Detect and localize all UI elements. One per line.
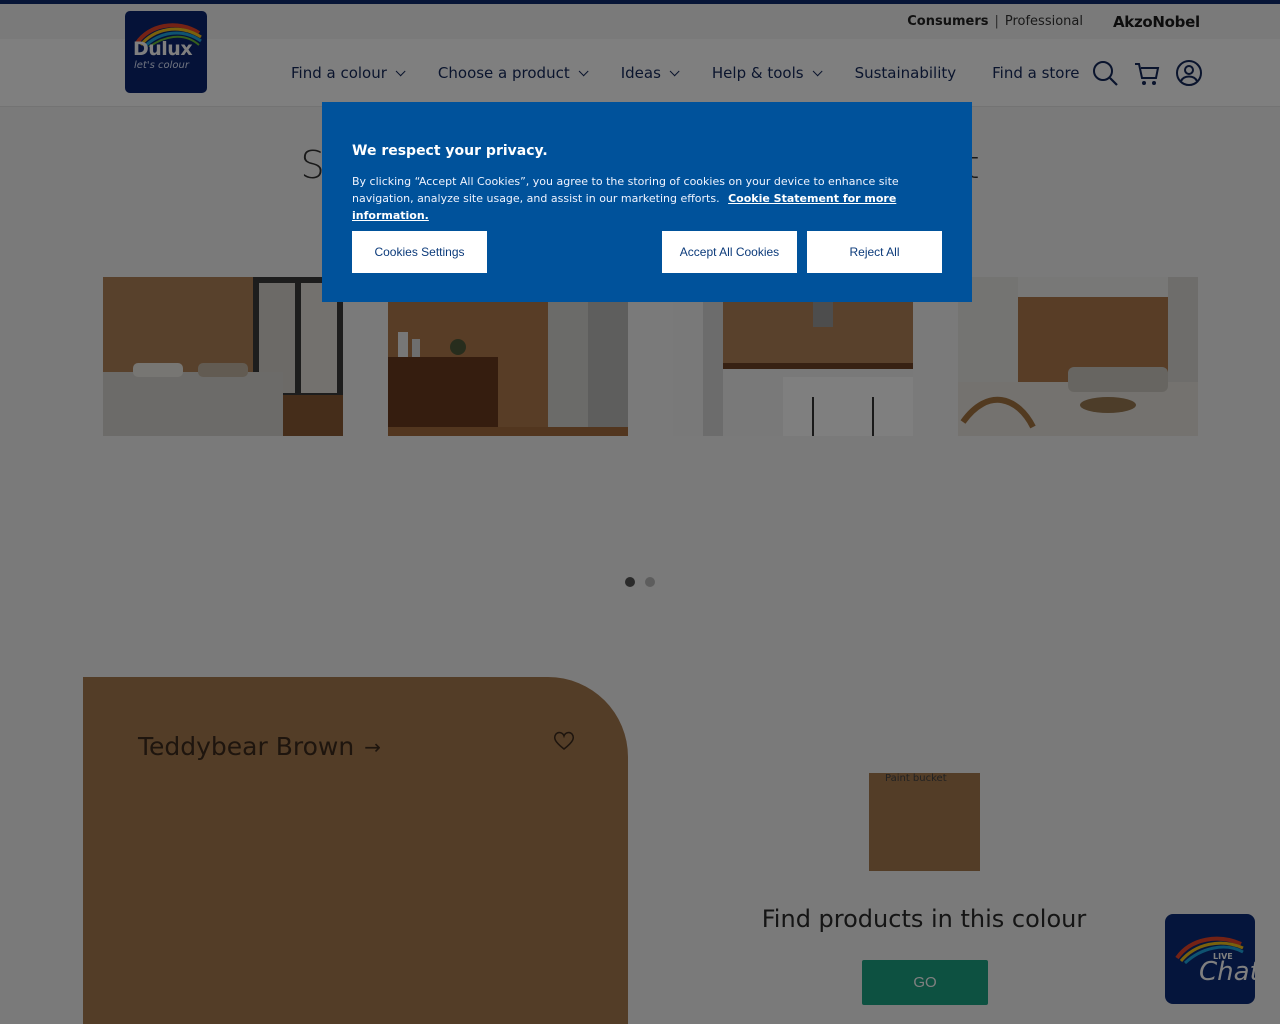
accept-all-cookies-button[interactable]: Accept All Cookies (662, 231, 797, 273)
cookies-settings-button[interactable]: Cookies Settings (352, 231, 487, 273)
reject-all-button[interactable]: Reject All (807, 231, 942, 273)
cookie-dialog-title: We respect your privacy. (352, 143, 548, 159)
cookie-dialog-body: By clicking “Accept All Cookies”, you ag… (352, 173, 942, 224)
cookie-consent-dialog: We respect your privacy. By clicking “Ac… (322, 102, 972, 302)
